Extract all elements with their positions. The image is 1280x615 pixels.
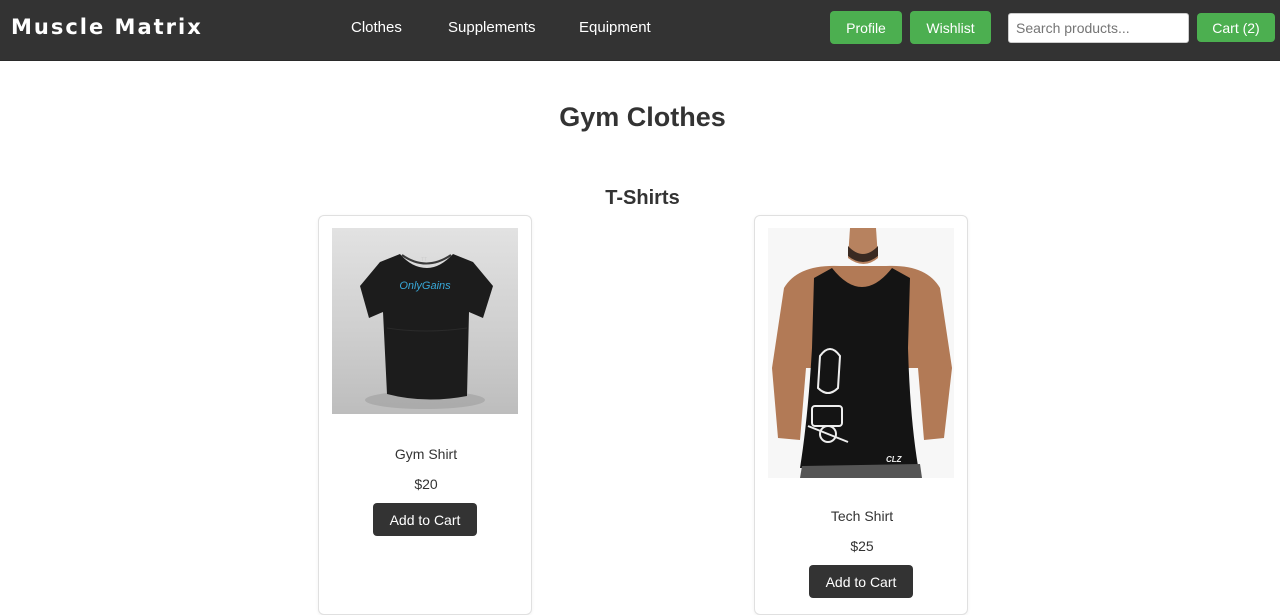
nav-link-clothes[interactable]: Clothes [351,19,402,36]
product-image-gym-shirt[interactable]: TT OnlyGains [332,228,518,414]
brand-logo[interactable]: Muscle Matrix [11,15,203,39]
page-title: Gym Clothes [559,102,726,132]
add-to-cart-button[interactable]: Add to Cart [809,565,913,598]
wishlist-button[interactable]: Wishlist [910,11,991,44]
add-to-cart-button[interactable]: Add to Cart [373,503,477,536]
product-card: CLZ Tech Shirt $25 Add to Cart [754,215,968,615]
product-image-tech-shirt[interactable]: CLZ [768,228,954,478]
product-name: Tech Shirt [830,508,894,524]
profile-button[interactable]: Profile [830,11,902,44]
tank-print-text: CLZ [886,455,903,464]
product-price: $20 [414,476,438,492]
product-card: TT OnlyGains Gym Shirt $20 Add to Cart [318,215,532,615]
tshirt-tag-text: TT [421,257,427,263]
nav-link-equipment[interactable]: Equipment [579,19,651,36]
nav-link-supplements[interactable]: Supplements [448,19,536,36]
search-input[interactable] [1008,13,1189,43]
product-price: $25 [850,538,874,554]
section-title-tshirts: T-Shirts [605,187,680,209]
cart-button[interactable]: Cart (2) [1197,13,1275,42]
tshirt-print-text: OnlyGains [399,280,451,292]
product-name: Gym Shirt [394,446,458,462]
top-navbar: Muscle Matrix Clothes Supplements Equipm… [0,0,1280,61]
